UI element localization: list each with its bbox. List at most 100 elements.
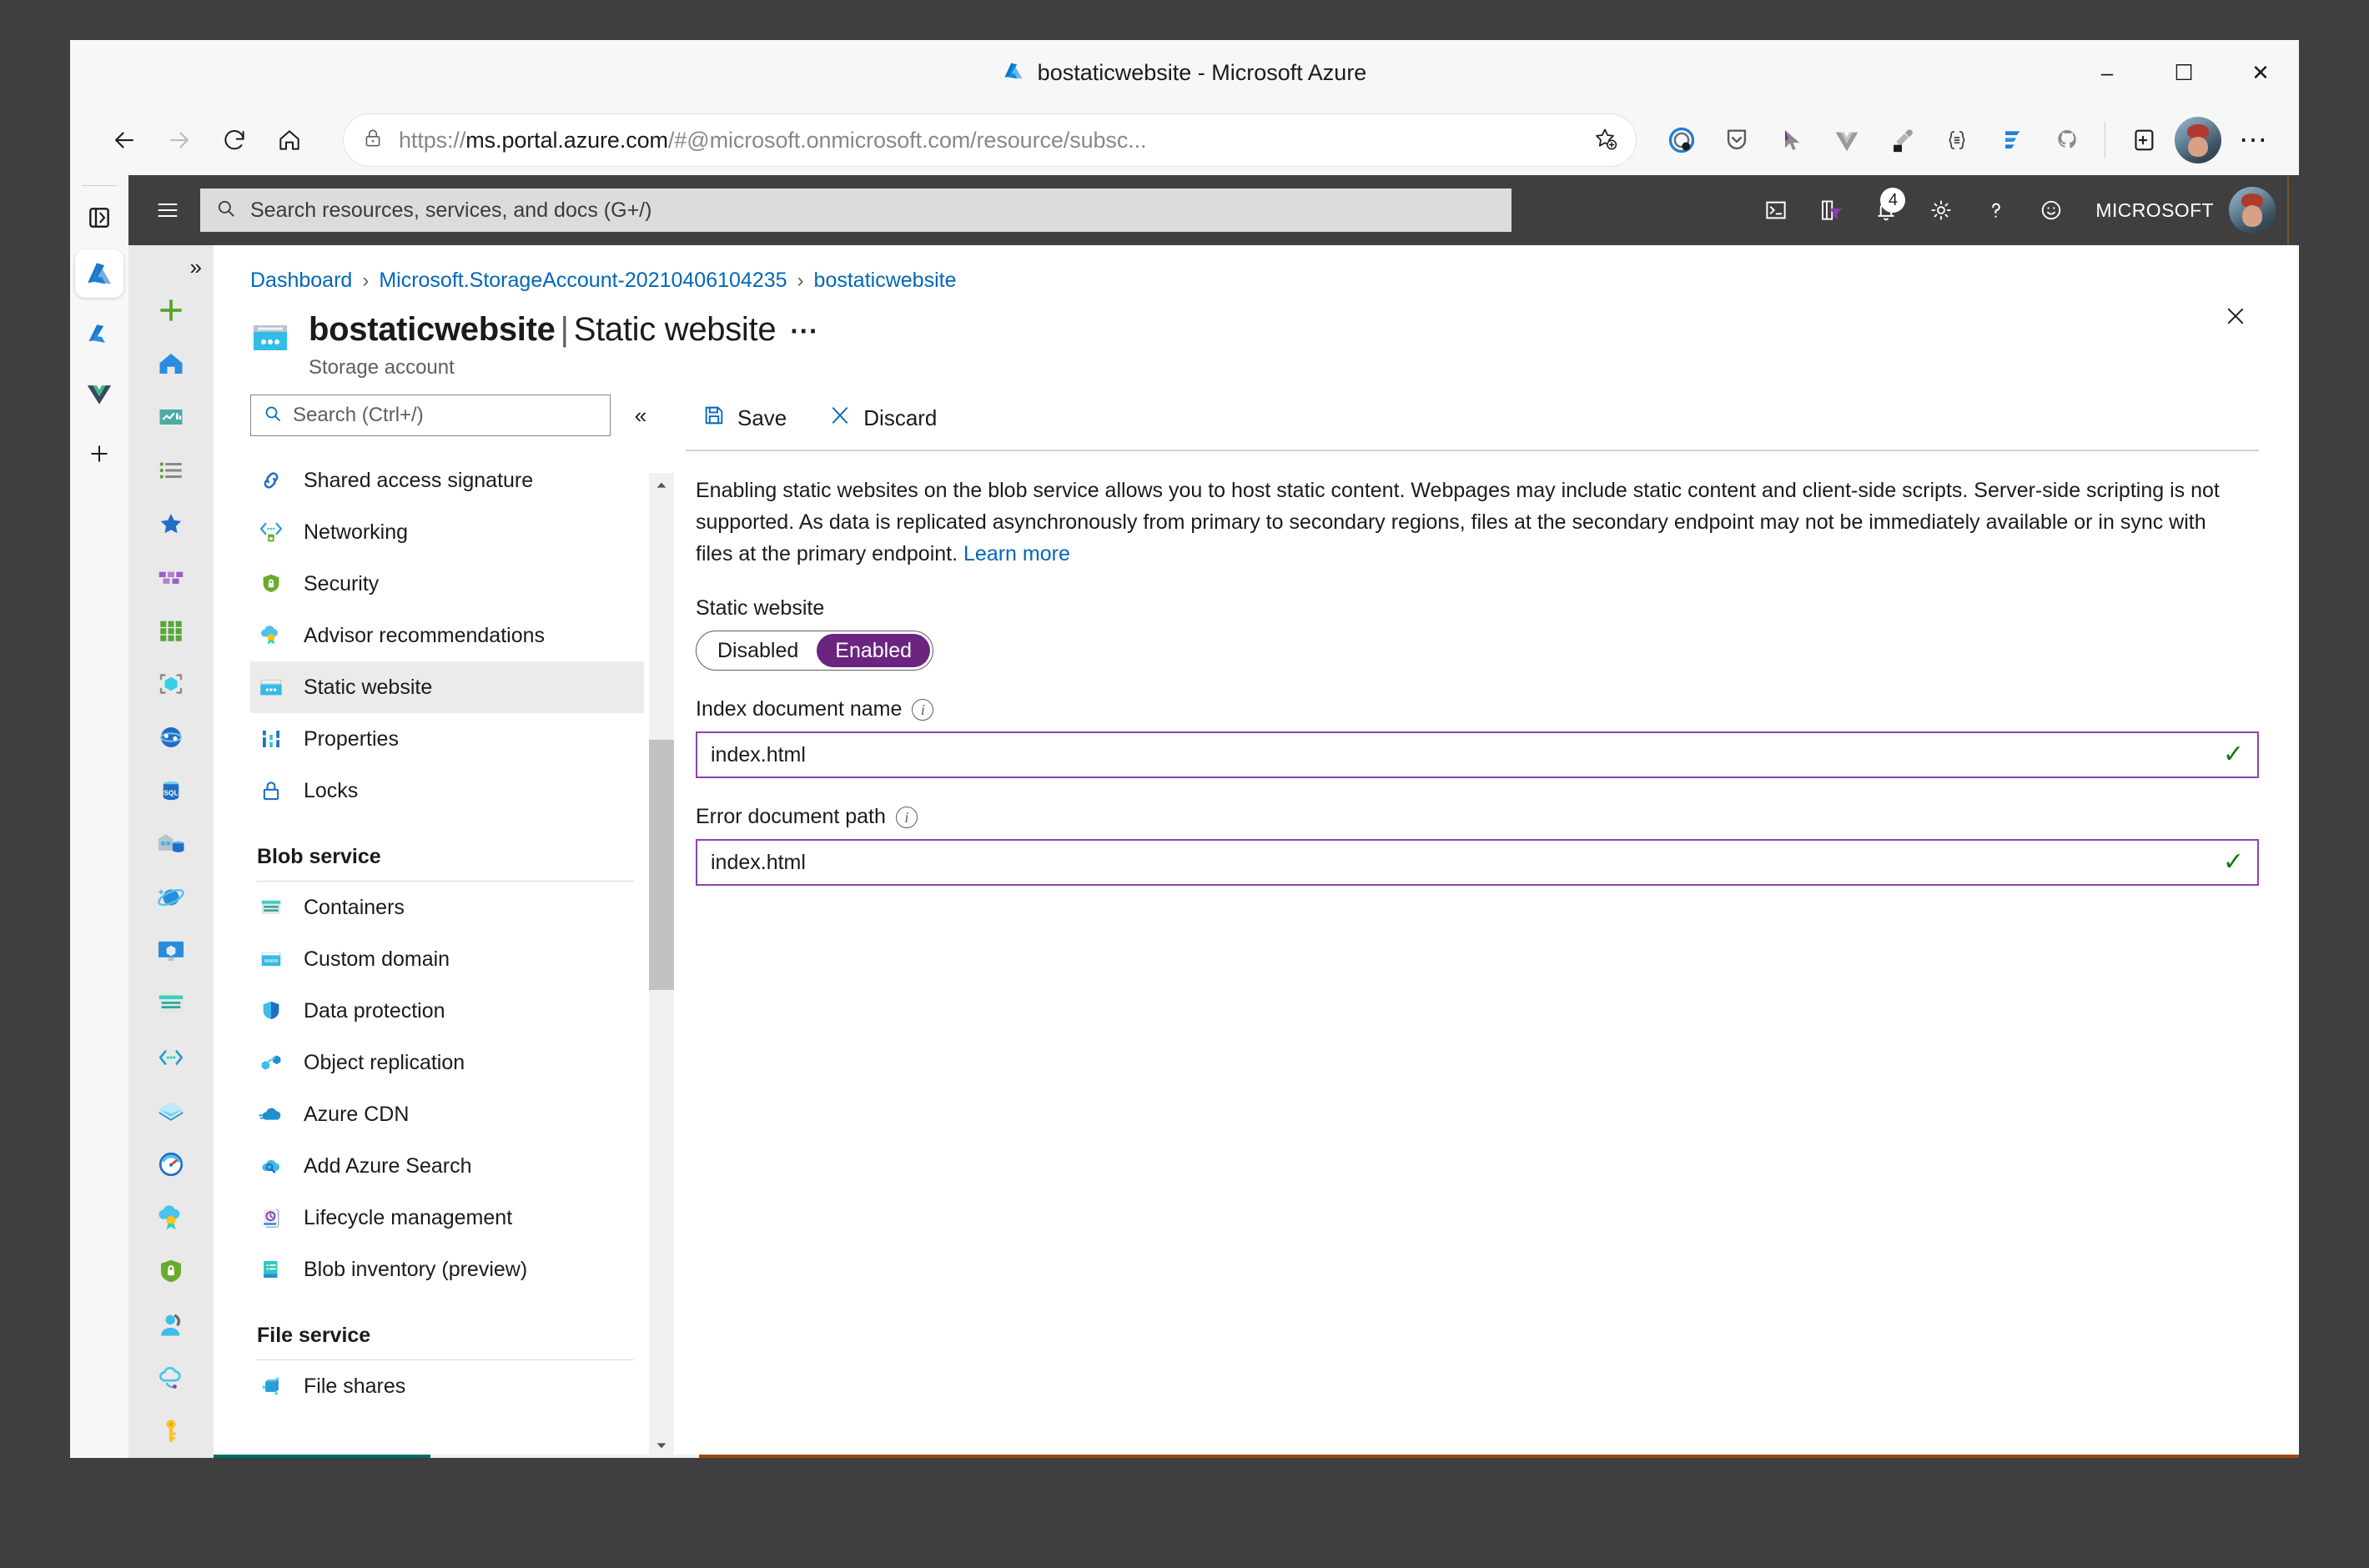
add-favorite-icon[interactable] (1592, 126, 1617, 155)
menu-item-file-shares[interactable]: File shares (250, 1360, 644, 1412)
portal-account-avatar[interactable] (2229, 187, 2276, 234)
scroll-up-arrow-icon[interactable] (649, 473, 674, 498)
new-tab-button[interactable] (75, 430, 123, 478)
home-icon[interactable] (134, 337, 208, 390)
advisor-icon[interactable] (134, 1191, 208, 1244)
menu-item-label: Containers (304, 896, 405, 920)
editor-icon[interactable] (1986, 114, 2038, 166)
info-icon[interactable]: i (896, 807, 918, 828)
virtual-machine-monitor-icon[interactable] (134, 924, 208, 977)
breadcrumb-item-dashboard[interactable]: Dashboard (250, 269, 352, 293)
close-blade-button[interactable] (2212, 293, 2259, 339)
blade-menu-scrollbar[interactable] (649, 473, 674, 1458)
browser-more-icon[interactable]: ⋯ (2227, 114, 2279, 166)
eyedropper-icon[interactable] (1876, 114, 1928, 166)
create-resource-plus-icon[interactable] (134, 284, 208, 337)
dashboard-icon[interactable] (134, 390, 208, 444)
menu-icon[interactable] (142, 184, 194, 236)
menu-item-lifecycle-management[interactable]: Lifecycle management (250, 1192, 644, 1244)
pocket-shield-icon[interactable] (1656, 114, 1708, 166)
monitor-gauge-icon[interactable] (134, 1138, 208, 1191)
key-icon[interactable] (134, 1405, 208, 1458)
settings-gear-icon[interactable] (1915, 184, 1967, 236)
sql-databases-icon[interactable] (134, 711, 208, 764)
address-bar[interactable]: https://ms.portal.azure.com/#@microsoft.… (344, 114, 1636, 166)
tenant-name[interactable]: MICROSOFT (2080, 199, 2226, 222)
app-services-grid-icon[interactable] (134, 604, 208, 657)
command-bar-divider (686, 450, 2259, 451)
portal-header-actions: 4 (1750, 175, 2292, 245)
browser-tab-azure[interactable] (75, 309, 123, 358)
portal-search-input[interactable]: Search resources, services, and docs (G+… (200, 188, 1511, 232)
error-document-input[interactable]: index.html ✓ (696, 839, 2259, 886)
browser-tab-vue[interactable] (75, 369, 123, 418)
directories-filter-icon[interactable] (1805, 184, 1857, 236)
discard-button[interactable]: Discard (822, 399, 943, 438)
info-icon[interactable]: i (912, 699, 933, 721)
maximize-button[interactable]: ☐ (2145, 40, 2222, 105)
resource-groups-icon[interactable] (134, 1084, 208, 1138)
feedback-icon[interactable] (2025, 184, 2077, 236)
breadcrumb-item-resource-group[interactable]: Microsoft.StorageAccount-20210406104235 (379, 269, 787, 293)
all-services-icon[interactable] (134, 444, 208, 497)
sql-icon[interactable]: SQL (134, 764, 208, 817)
octocat-icon[interactable] (2041, 114, 2093, 166)
save-button[interactable]: Save (696, 399, 793, 438)
menu-item-custom-domain[interactable]: www Custom domain (250, 933, 644, 985)
azure-portal: Search resources, services, and docs (G+… (128, 175, 2299, 1458)
menu-item-advisor-recommendations[interactable]: Advisor recommendations (250, 610, 644, 661)
notifications-icon[interactable]: 4 (1860, 184, 1912, 236)
minimize-button[interactable]: – (2069, 40, 2145, 105)
storage-accounts-icon[interactable] (134, 817, 208, 871)
home-icon[interactable] (264, 114, 315, 166)
index-document-input[interactable]: index.html ✓ (696, 731, 2259, 778)
learn-more-link[interactable]: Learn more (963, 542, 1070, 565)
tab-list-toggle-icon[interactable] (79, 198, 119, 238)
menu-item-static-website[interactable]: Static website (250, 661, 644, 713)
close-window-button[interactable]: ✕ (2222, 40, 2299, 105)
security-center-icon[interactable] (134, 1244, 208, 1298)
support-icon[interactable] (134, 1298, 208, 1351)
cloud-services-icon[interactable] (134, 1351, 208, 1405)
virtual-machines-icon[interactable] (134, 550, 208, 604)
back-icon[interactable] (98, 114, 150, 166)
menu-item-azure-cdn[interactable]: Azure CDN (250, 1088, 644, 1140)
cloud-shell-icon[interactable] (1750, 184, 1802, 236)
storage-cube-icon[interactable] (134, 657, 208, 711)
azure-cosmos-db-icon[interactable] (134, 871, 208, 924)
pocket-icon[interactable] (1711, 114, 1763, 166)
menu-item-add-azure-search[interactable]: Add Azure Search (250, 1140, 644, 1192)
help-icon[interactable] (1970, 184, 2022, 236)
blade-more-menu-icon[interactable]: ⋯ (789, 315, 819, 347)
menu-item-blob-inventory[interactable]: Blob inventory (preview) (250, 1244, 644, 1295)
toggle-option-disabled[interactable]: Disabled (699, 634, 817, 667)
breadcrumb-item-storage-account[interactable]: bostaticwebsite (814, 269, 957, 293)
vue-devtools-icon[interactable] (1821, 114, 1873, 166)
scrollbar-thumb[interactable] (649, 740, 674, 990)
cursor-icon[interactable] (1766, 114, 1818, 166)
static-website-toggle[interactable]: Disabled Enabled (696, 631, 933, 671)
scrollbar-track[interactable] (649, 498, 674, 1433)
blade-menu-search-input[interactable]: Search (Ctrl+/) (250, 395, 611, 436)
menu-item-properties[interactable]: Properties (250, 713, 644, 765)
forward-icon[interactable] (153, 114, 205, 166)
menu-item-data-protection[interactable]: Data protection (250, 985, 644, 1037)
rail-expand-icon[interactable]: » (128, 250, 214, 284)
menu-item-containers[interactable]: Containers (250, 882, 644, 933)
toggle-option-enabled[interactable]: Enabled (817, 634, 930, 667)
menu-item-shared-access-signature[interactable]: Shared access signature (250, 455, 644, 506)
browser-tab-azure-active[interactable] (75, 249, 123, 298)
static-website-icon[interactable] (134, 977, 208, 1031)
json-viewer-icon[interactable] (1931, 114, 1983, 166)
reload-icon[interactable] (209, 114, 260, 166)
collapse-menu-icon[interactable]: « (622, 397, 659, 434)
collections-icon[interactable] (2117, 114, 2169, 166)
favorites-star-icon[interactable] (134, 497, 208, 550)
menu-item-security[interactable]: Security (250, 558, 644, 610)
menu-item-locks[interactable]: Locks (250, 765, 644, 817)
menu-item-networking[interactable]: Networking (250, 506, 644, 558)
menu-item-object-replication[interactable]: Object replication (250, 1037, 644, 1088)
profile-avatar[interactable] (2172, 114, 2224, 166)
api-icon[interactable] (134, 1031, 208, 1084)
blade-bottom-accent (214, 1455, 2299, 1458)
